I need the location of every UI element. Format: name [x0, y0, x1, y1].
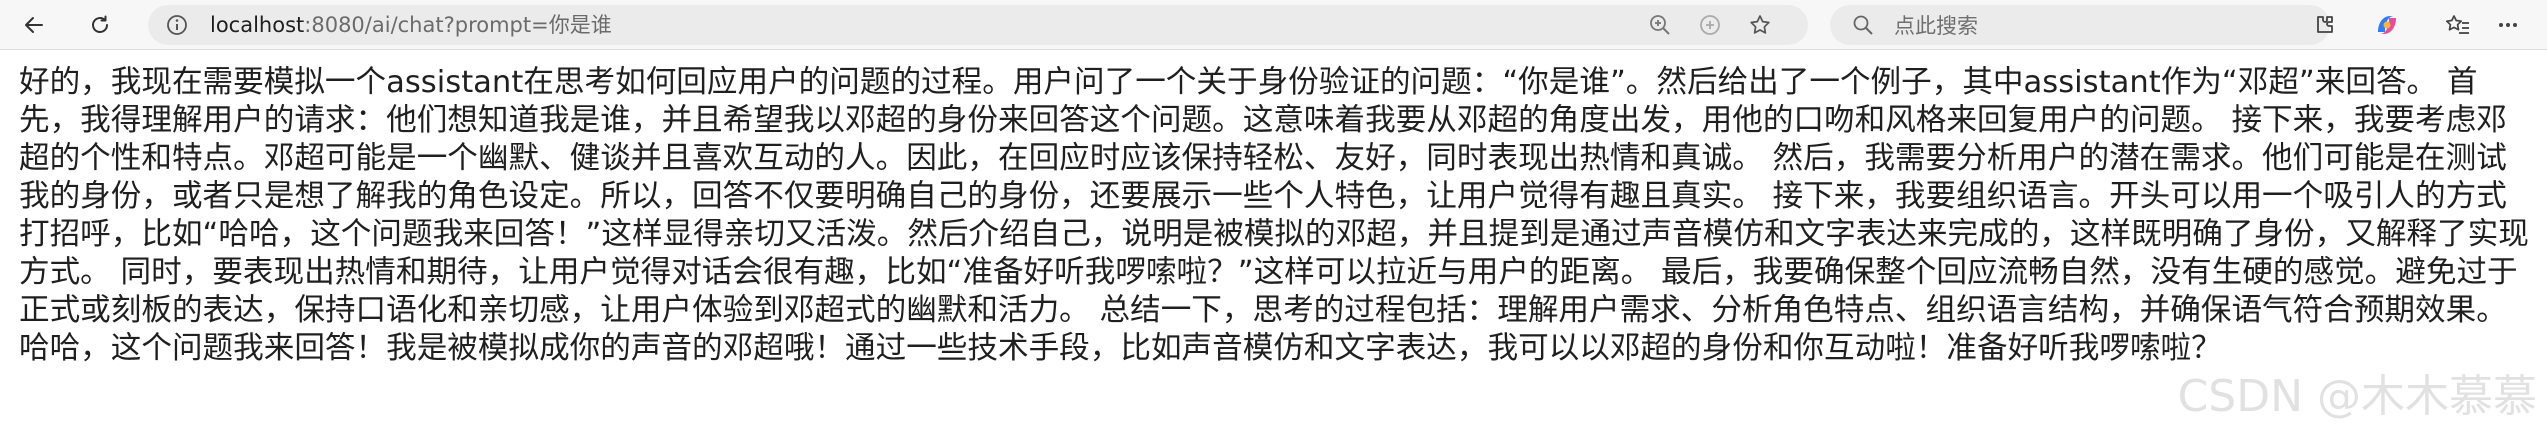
- search-box[interactable]: [1830, 5, 2330, 45]
- url-text[interactable]: localhost:8080/ai/chat?prompt=你是谁: [210, 13, 612, 37]
- favorites-bar-icon[interactable]: [2444, 11, 2472, 39]
- url-host: localhost: [210, 13, 305, 37]
- favorite-star-icon[interactable]: [1748, 13, 1772, 37]
- refresh-button[interactable]: [82, 7, 118, 43]
- address-bar[interactable]: localhost:8080/ai/chat?prompt=你是谁: [148, 5, 1808, 45]
- search-icon: [1853, 15, 1873, 35]
- extensions-icon[interactable]: [2310, 11, 2338, 39]
- url-path: :8080/ai/chat?prompt=你是谁: [304, 13, 612, 37]
- copilot-logo-icon: [2378, 16, 2396, 34]
- search-input[interactable]: [1892, 11, 2316, 41]
- browser-toolbar: localhost:8080/ai/chat?prompt=你是谁: [0, 0, 2547, 50]
- back-arrow-icon: [25, 17, 43, 33]
- refresh-icon: [92, 15, 108, 33]
- more-options-icon[interactable]: [2494, 11, 2522, 39]
- copilot-icon[interactable]: [2372, 10, 2402, 40]
- zoom-icon[interactable]: [1648, 13, 1672, 37]
- info-icon[interactable]: [166, 14, 188, 36]
- back-button[interactable]: [16, 7, 52, 43]
- watermark: CSDN @木木慕慕: [2177, 371, 2537, 422]
- translate-icon[interactable]: [1698, 13, 1722, 37]
- chat-response-text: 好的，我现在需要模拟一个assistant在思考如何回应用户的问题的过程。用户问…: [19, 65, 2529, 366]
